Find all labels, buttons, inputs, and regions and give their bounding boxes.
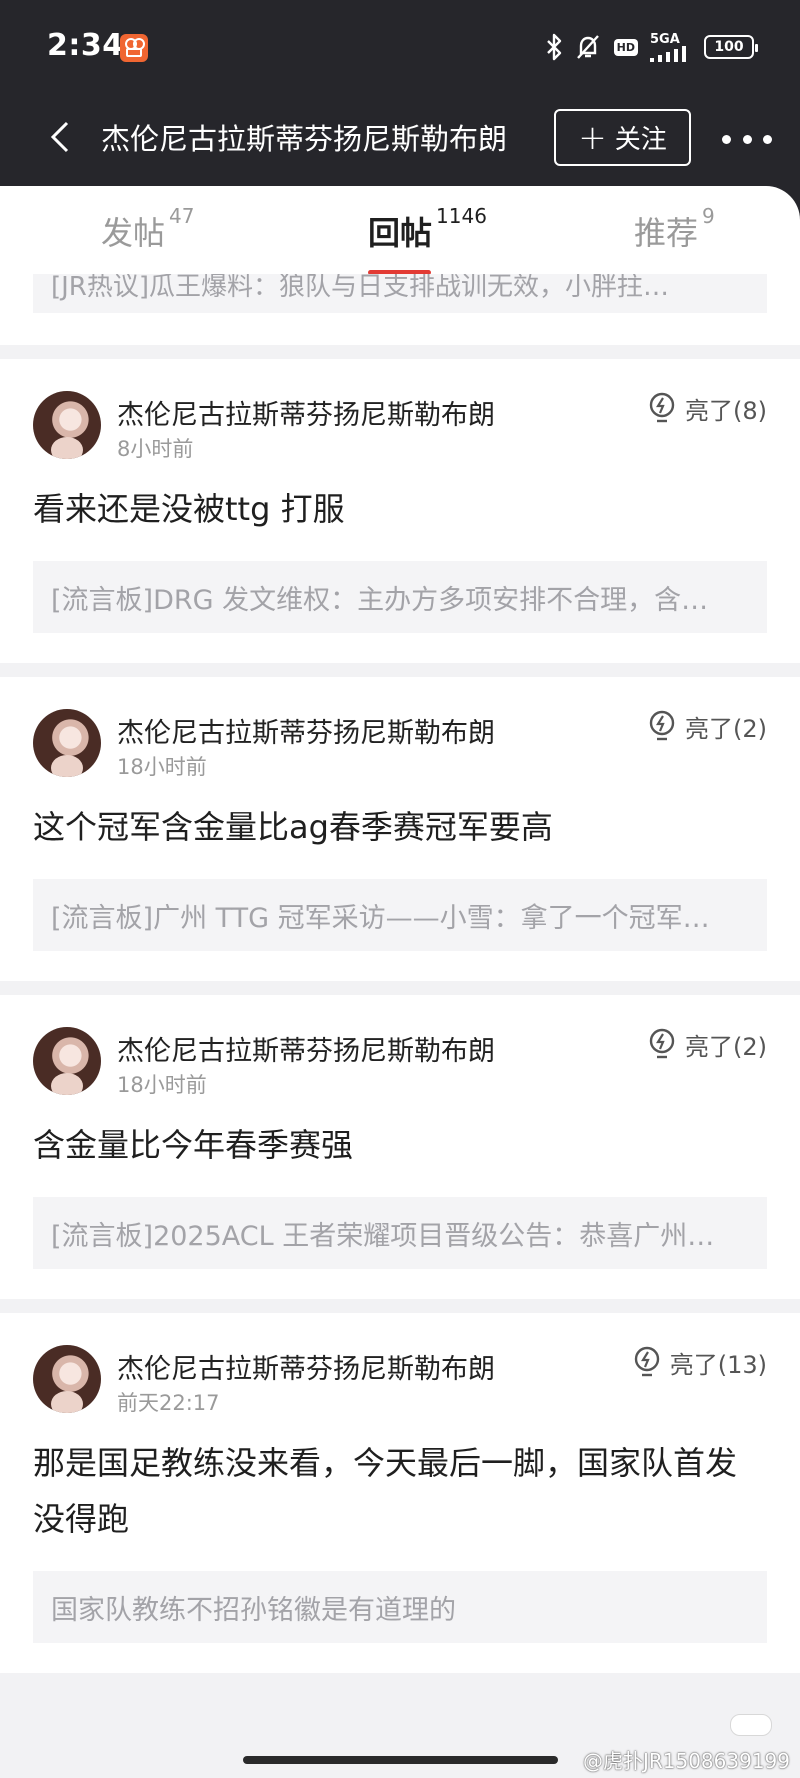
reply-header: 杰伦尼古拉斯蒂芬扬尼斯勒布朗 18小时前 亮了(2)	[33, 709, 767, 779]
quoted-post-text: [流言板]DRG 发文维权：主办方多项安排不合理，含…	[51, 584, 709, 616]
status-time: 2:34	[47, 28, 124, 63]
previous-reply-card: [JR热议]瓜王爆料：狼队与日支排战训无效，小胖拄…	[0, 274, 800, 345]
tab-posts-count: 47	[169, 204, 195, 228]
tab-replies-count: 1146	[436, 204, 487, 228]
reply-text: 含金量比今年春季赛强	[33, 1126, 354, 1164]
light-button[interactable]: 亮了(8)	[647, 391, 767, 426]
previous-quote[interactable]: [JR热议]瓜王爆料：狼队与日支排战训无效，小胖拄…	[33, 274, 767, 313]
quoted-post[interactable]: [流言板]2025ACL 王者荣耀项目晋级公告：恭喜广州…	[33, 1197, 767, 1269]
avatar[interactable]	[33, 709, 101, 777]
mute-bell-icon	[574, 33, 602, 61]
lightbulb-icon	[647, 1028, 677, 1062]
reply-header: 杰伦尼古拉斯蒂芬扬尼斯勒布朗 前天22:17 亮了(13)	[33, 1345, 767, 1415]
light-button[interactable]: 亮了(13)	[632, 1345, 767, 1380]
status-icons: HD 5GA 100	[546, 30, 758, 64]
reply-text: 看来还是没被ttg 打服	[33, 490, 345, 528]
navbar: 杰伦尼古拉斯蒂芬扬尼斯勒布朗 + 关注	[0, 94, 800, 186]
author-name[interactable]: 杰伦尼古拉斯蒂芬扬尼斯勒布朗	[117, 1347, 495, 1386]
tab-posts-label: 发帖	[101, 214, 166, 252]
light-button[interactable]: 亮了(2)	[647, 1027, 767, 1062]
lightbulb-icon	[647, 392, 677, 426]
tab-replies-label: 回帖	[368, 214, 433, 252]
quoted-post[interactable]: [流言板]广州 TTG 冠军采访——小雪：拿了一个冠军…	[33, 879, 767, 951]
network-type: 5GA	[650, 31, 680, 47]
reply-time: 前天22:17	[117, 1391, 220, 1415]
plus-icon: +	[578, 117, 607, 158]
kuaishou-app-icon	[120, 34, 148, 62]
quoted-post[interactable]: 国家队教练不招孙铭徽是有道理的	[33, 1571, 767, 1643]
author-name[interactable]: 杰伦尼古拉斯蒂芬扬尼斯勒布朗	[117, 1029, 495, 1068]
tab-recommend[interactable]: 推荐 9	[634, 204, 715, 254]
reply-time: 18小时前	[117, 1073, 207, 1097]
avatar[interactable]	[33, 391, 101, 459]
tab-posts[interactable]: 发帖 47	[101, 204, 194, 254]
home-indicator[interactable]	[243, 1756, 558, 1764]
light-count: 亮了(2)	[685, 715, 767, 743]
quoted-post-text: [流言板]2025ACL 王者荣耀项目晋级公告：恭喜广州…	[51, 1220, 715, 1252]
hd-badge: HD	[613, 38, 638, 56]
status-bar: 2:34 HD 5GA 100	[0, 0, 800, 94]
reply-text: 这个冠军含金量比ag春季赛冠军要高	[33, 808, 553, 846]
light-count: 亮了(13)	[669, 1351, 767, 1379]
more-icon[interactable]	[722, 124, 772, 154]
reply-time: 18小时前	[117, 755, 207, 779]
tab-bar: 发帖 47 回帖 1146 推荐 9	[0, 186, 800, 275]
watermark-logo	[730, 1714, 772, 1736]
battery-icon: 100	[704, 35, 758, 59]
reply-card[interactable]: 杰伦尼古拉斯蒂芬扬尼斯勒布朗 8小时前 亮了(8) 看来还是没被ttg 打服 […	[0, 359, 800, 663]
reply-feed: [JR热议]瓜王爆料：狼队与日支排战训无效，小胖拄… 杰伦尼古拉斯蒂芬扬尼斯勒布…	[0, 274, 800, 1687]
reply-card[interactable]: 杰伦尼古拉斯蒂芬扬尼斯勒布朗 18小时前 亮了(2) 含金量比今年春季赛强 [流…	[0, 995, 800, 1299]
avatar[interactable]	[33, 1345, 101, 1413]
tab-recommend-count: 9	[702, 204, 715, 228]
reply-text: 那是国足教练没来看，今天最后一脚，国家队首发没得跑	[33, 1444, 738, 1538]
quoted-post-text: [流言板]广州 TTG 冠军采访——小雪：拿了一个冠军…	[51, 902, 710, 934]
follow-label: 关注	[614, 125, 667, 155]
light-count: 亮了(8)	[685, 397, 767, 425]
avatar[interactable]	[33, 1027, 101, 1095]
battery-level: 100	[714, 39, 744, 55]
watermark: @虎扑JR1508639199	[582, 1749, 790, 1773]
lightbulb-icon	[632, 1346, 662, 1380]
top-bar: 2:34 HD 5GA 100 杰伦尼古拉斯蒂芬扬尼斯勒布朗 + 关注	[0, 0, 800, 186]
author-name[interactable]: 杰伦尼古拉斯蒂芬扬尼斯勒布朗	[117, 393, 495, 432]
reply-header: 杰伦尼古拉斯蒂芬扬尼斯勒布朗 18小时前 亮了(2)	[33, 1027, 767, 1097]
tab-replies[interactable]: 回帖 1146	[368, 204, 487, 254]
page-title: 杰伦尼古拉斯蒂芬扬尼斯勒布朗	[101, 122, 508, 156]
reply-time: 8小时前	[117, 437, 194, 461]
reply-header: 杰伦尼古拉斯蒂芬扬尼斯勒布朗 8小时前 亮了(8)	[33, 391, 767, 461]
signal-5ga-icon: 5GA	[650, 33, 692, 62]
light-button[interactable]: 亮了(2)	[647, 709, 767, 744]
quoted-post-text: 国家队教练不招孙铭徽是有道理的	[51, 1594, 456, 1626]
reply-card[interactable]: 杰伦尼古拉斯蒂芬扬尼斯勒布朗 前天22:17 亮了(13) 那是国足教练没来看，…	[0, 1313, 800, 1673]
bluetooth-icon	[546, 33, 562, 61]
reply-card[interactable]: 杰伦尼古拉斯蒂芬扬尼斯勒布朗 18小时前 亮了(2) 这个冠军含金量比ag春季赛…	[0, 677, 800, 981]
lightbulb-icon	[647, 710, 677, 744]
author-name[interactable]: 杰伦尼古拉斯蒂芬扬尼斯勒布朗	[117, 711, 495, 750]
tab-recommend-label: 推荐	[634, 214, 699, 252]
light-count: 亮了(2)	[685, 1033, 767, 1061]
quoted-post[interactable]: [流言板]DRG 发文维权：主办方多项安排不合理，含…	[33, 561, 767, 633]
back-icon[interactable]	[40, 112, 80, 162]
follow-button[interactable]: + 关注	[554, 109, 691, 166]
